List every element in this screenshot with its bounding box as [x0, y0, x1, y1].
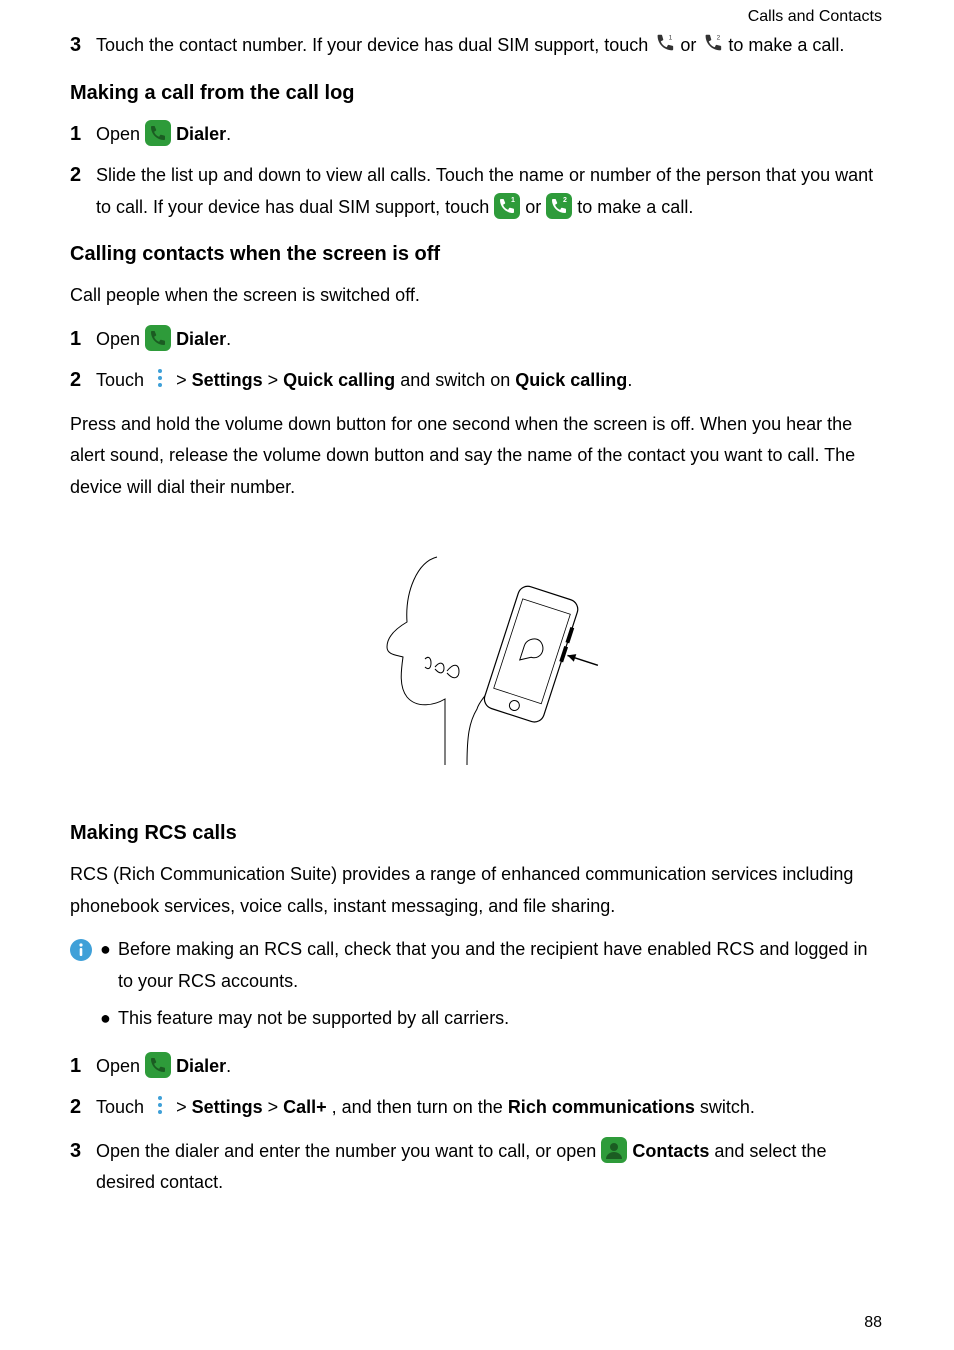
bullet-text: This feature may not be supported by all…: [118, 1003, 509, 1035]
paragraph: Call people when the screen is switched …: [70, 280, 884, 312]
step-text: , and then turn on the: [332, 1097, 508, 1117]
more-menu-icon: [149, 367, 171, 399]
list-item: 3 Open the dialer and enter the number y…: [70, 1136, 884, 1199]
section-heading: Calling contacts when the screen is off: [70, 243, 884, 266]
step-text: .: [226, 1056, 231, 1076]
app-name: Dialer: [176, 124, 226, 144]
info-icon: [70, 939, 92, 961]
step-text: Open: [96, 1056, 145, 1076]
app-name: Contacts: [632, 1141, 709, 1161]
menu-path: Rich communications: [508, 1097, 695, 1117]
step-number: 2: [70, 365, 96, 396]
menu-path: Quick calling: [283, 370, 395, 390]
step-number: 2: [70, 1092, 96, 1123]
breadcrumb: Calls and Contacts: [748, 8, 882, 26]
list-item: ● This feature may not be supported by a…: [100, 1003, 884, 1035]
svg-text:2: 2: [717, 34, 721, 41]
menu-path: Call+: [283, 1097, 327, 1117]
step-text: Touch: [96, 370, 149, 390]
list-item: 2 Touch > Settings > Quick calling and s…: [70, 365, 884, 399]
step-text: or: [680, 35, 701, 55]
step-number: 3: [70, 30, 96, 61]
step-number: 2: [70, 160, 96, 191]
svg-text:1: 1: [669, 34, 673, 41]
list-item: 2 Slide the list up and down to view all…: [70, 160, 884, 223]
dialer-app-icon: [145, 1052, 171, 1078]
phone-sim2-icon: 2: [701, 32, 723, 54]
call-sim2-icon: 2: [546, 193, 572, 219]
step-text: or: [525, 197, 546, 217]
app-name: Dialer: [176, 329, 226, 349]
phone-sim1-icon: 1: [653, 32, 675, 54]
step-text: to make a call.: [577, 197, 693, 217]
menu-path: Settings: [192, 1097, 263, 1117]
bullet-icon: ●: [100, 934, 118, 997]
step-text: Touch the contact number. If your device…: [96, 35, 653, 55]
app-name: Dialer: [176, 1056, 226, 1076]
list-item: 1 Open Dialer.: [70, 324, 884, 356]
step-text: Open the dialer and enter the number you…: [96, 1141, 601, 1161]
list-item: 1 Open Dialer.: [70, 1051, 884, 1083]
step-text: Slide the list up and down to view all c…: [96, 165, 873, 217]
paragraph: Press and hold the volume down button fo…: [70, 409, 884, 504]
step-number: 1: [70, 1051, 96, 1082]
list-item: 2 Touch > Settings > Call+ , and then tu…: [70, 1092, 884, 1126]
bullet-text: Before making an RCS call, check that yo…: [118, 934, 884, 997]
info-note: ● Before making an RCS call, check that …: [70, 934, 884, 1041]
svg-text:2: 2: [563, 197, 567, 204]
step-text: >: [176, 1097, 192, 1117]
step-text: .: [226, 329, 231, 349]
step-text: Touch: [96, 1097, 149, 1117]
list-item: ● Before making an RCS call, check that …: [100, 934, 884, 997]
step-number: 3: [70, 1136, 96, 1167]
bullet-icon: ●: [100, 1003, 118, 1035]
more-menu-icon: [149, 1094, 171, 1126]
step-number: 1: [70, 119, 96, 150]
section-heading: Making RCS calls: [70, 822, 884, 845]
paragraph: RCS (Rich Communication Suite) provides …: [70, 859, 884, 922]
section-heading: Making a call from the call log: [70, 82, 884, 105]
page-number: 88: [864, 1314, 882, 1332]
svg-text:1: 1: [511, 197, 515, 204]
step-text: switch.: [700, 1097, 755, 1117]
menu-path: Settings: [192, 370, 263, 390]
list-item: 1 Open Dialer.: [70, 119, 884, 151]
dialer-app-icon: [145, 325, 171, 351]
contacts-app-icon: [601, 1137, 627, 1163]
dialer-app-icon: [145, 120, 171, 146]
call-sim1-icon: 1: [494, 193, 520, 219]
list-item: 3 Touch the contact number. If your devi…: [70, 30, 884, 62]
step-text: to make a call.: [728, 35, 844, 55]
step-text: >: [176, 370, 192, 390]
step-text: and switch on: [400, 370, 515, 390]
step-text: Open: [96, 329, 145, 349]
menu-path: Quick calling: [515, 370, 627, 390]
step-text: >: [268, 370, 284, 390]
illustration: [70, 537, 884, 792]
step-text: >: [268, 1097, 284, 1117]
step-text: .: [226, 124, 231, 144]
step-text: Open: [96, 124, 145, 144]
step-text: .: [627, 370, 632, 390]
step-number: 1: [70, 324, 96, 355]
